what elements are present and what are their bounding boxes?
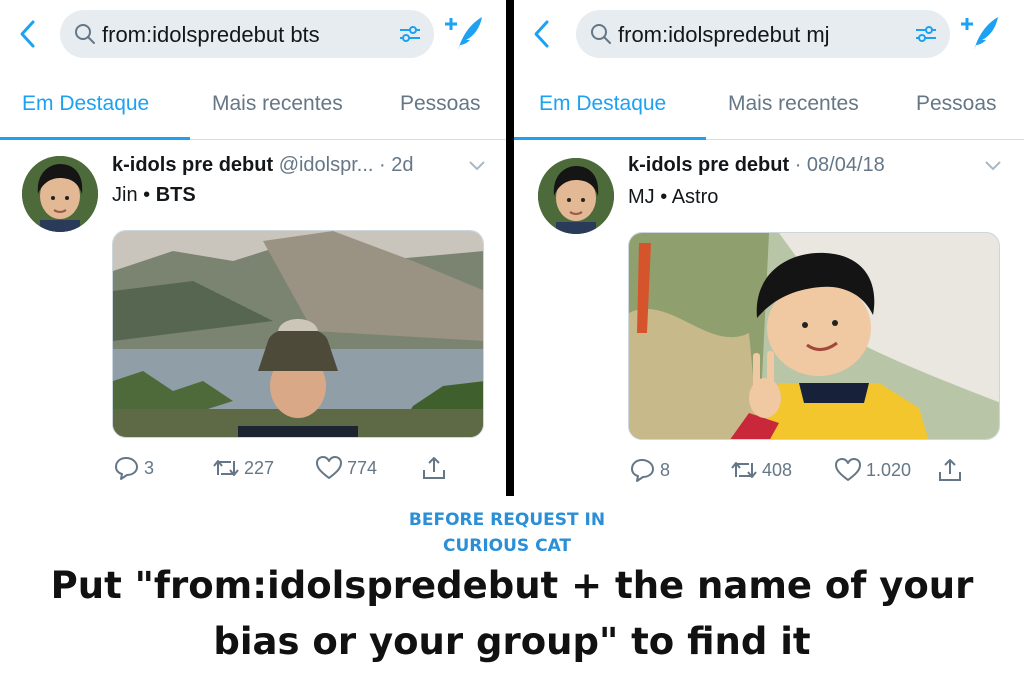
tweet-actions: 8 408 1.020 (628, 457, 1000, 487)
retweet-button[interactable]: 408 (730, 457, 792, 483)
panel-divider (506, 0, 514, 496)
group-name: BTS (155, 184, 196, 206)
reply-button[interactable]: 3 (112, 455, 154, 481)
caret-icon[interactable] (984, 160, 1002, 172)
tweet-date: · 08/04/18 (794, 154, 885, 176)
tweet-text: MJ • Astro (628, 186, 718, 209)
tweet-header: k-idols pre debut · 08/04/18 (628, 154, 885, 177)
compose-icon[interactable] (960, 14, 1000, 52)
tab-underline (0, 137, 190, 140)
retweet-icon (213, 460, 239, 476)
tweet-header: k-idols pre debut @idolspr... · 2d (112, 154, 414, 177)
tweet-actions: 3 227 774 (112, 455, 484, 485)
like-button[interactable]: 1.020 (834, 457, 911, 483)
search-tabs: Em Destaque Mais recentes Pessoas (514, 70, 1024, 140)
search-icon (75, 24, 95, 44)
tweet-author-name[interactable]: k-idols pre debut (628, 154, 789, 176)
tab-latest[interactable]: Mais recentes (728, 92, 859, 116)
like-count: 1.020 (866, 459, 912, 480)
top-bar: from:idolspredebut bts (0, 0, 506, 70)
tab-people[interactable]: Pessoas (916, 92, 997, 116)
avatar[interactable] (538, 158, 614, 234)
tweet-photo[interactable] (112, 230, 484, 438)
tweet-author-name[interactable]: k-idols pre debut (112, 154, 273, 176)
idol-name: Jin (112, 184, 138, 206)
share-button[interactable] (936, 457, 968, 483)
reply-icon (631, 459, 654, 482)
tweet-text: Jin • BTS (112, 184, 196, 207)
caption-big-line-2: bias or your group" to find it (213, 620, 811, 663)
reply-count: 3 (144, 457, 155, 478)
share-icon (423, 457, 445, 479)
tweet-photo[interactable] (628, 232, 1000, 440)
top-bar: from:idolspredebut mj (514, 0, 1024, 70)
retweet-count: 408 (762, 459, 793, 480)
reply-button[interactable]: 8 (628, 457, 670, 483)
caret-icon[interactable] (468, 160, 486, 172)
back-icon[interactable] (530, 18, 554, 50)
avatar[interactable] (22, 156, 98, 232)
like-icon (835, 458, 861, 481)
right-screenshot: from:idolspredebut mj Em Destaque Mais r… (514, 0, 1024, 496)
tab-people[interactable]: Pessoas (400, 92, 481, 116)
caption-small-line-1: BEFORE REQUEST IN (408, 510, 606, 530)
caption-small-line-2: CURIOUS CAT (442, 536, 572, 556)
filter-icon[interactable] (914, 23, 938, 45)
search-input[interactable]: from:idolspredebut mj (576, 10, 950, 58)
search-tabs: Em Destaque Mais recentes Pessoas (0, 70, 506, 140)
group-name: Astro (671, 186, 719, 208)
tab-featured[interactable]: Em Destaque (22, 92, 149, 116)
retweet-icon (731, 462, 757, 478)
reply-count: 8 (660, 459, 671, 480)
reply-icon (115, 457, 138, 480)
like-button[interactable]: 774 (315, 455, 377, 481)
compose-icon[interactable] (444, 14, 484, 52)
back-icon[interactable] (16, 18, 40, 50)
tab-latest[interactable]: Mais recentes (212, 92, 343, 116)
left-screenshot: from:idolspredebut bts Em Destaque Mais … (0, 0, 506, 496)
like-count: 774 (347, 457, 378, 478)
tab-featured[interactable]: Em Destaque (539, 92, 666, 116)
search-query: from:idolspredebut bts (102, 22, 320, 47)
search-icon (591, 24, 611, 44)
share-icon (939, 459, 961, 481)
retweet-count: 227 (244, 457, 275, 478)
like-icon (316, 456, 342, 479)
share-button[interactable] (420, 455, 452, 481)
retweet-button[interactable]: 227 (212, 455, 274, 481)
separator: • (137, 184, 156, 206)
search-input[interactable]: from:idolspredebut bts (60, 10, 434, 58)
filter-icon[interactable] (398, 23, 422, 45)
idol-name: MJ (628, 186, 655, 208)
tweet-handle-time: @idolspr... · 2d (278, 154, 414, 176)
caption-big-line-1: Put "from:idolspredebut + the name of yo… (50, 564, 974, 607)
search-query: from:idolspredebut mj (618, 22, 830, 47)
tab-underline (514, 137, 706, 140)
separator: • (654, 186, 672, 208)
